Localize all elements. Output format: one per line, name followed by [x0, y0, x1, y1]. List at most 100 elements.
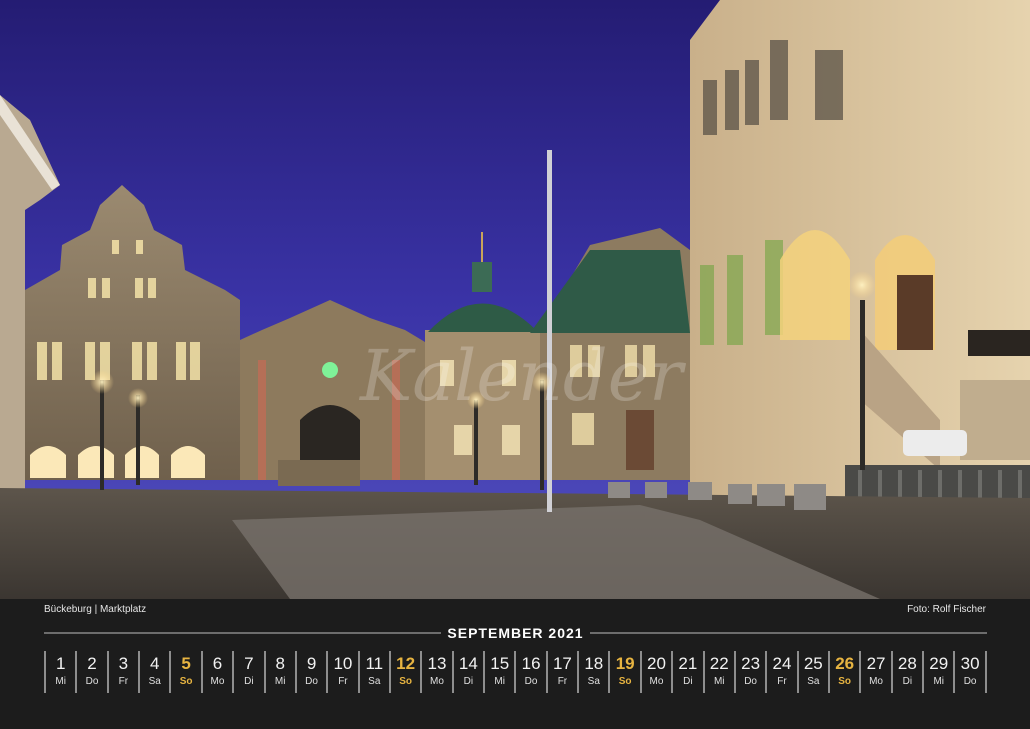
day-strip: 1 Mi 2 Do 3 Fr 4 Sa 5 So 6 Mo 7 Di 8 Mi 9 Do 10 Fr 11 Sa 12 So 1… [44, 651, 987, 695]
day-number: 2 [87, 654, 97, 673]
day-number: 17 [552, 654, 572, 673]
day-cell: 14 Di [451, 651, 483, 693]
day-cell: 30 Do [953, 651, 987, 693]
day-cell: 21 Di [671, 651, 702, 693]
weekday-label: Fr [557, 676, 568, 687]
day-number: 27 [866, 654, 886, 673]
weekday-label: Sa [587, 676, 600, 687]
weekday-label: Fr [118, 676, 129, 687]
month-title: SEPTEMBER 2021 [447, 625, 584, 641]
day-number: 18 [584, 654, 604, 673]
day-number: 25 [803, 654, 823, 673]
day-number: 13 [427, 654, 447, 673]
day-cell: 27 Mo [859, 651, 890, 693]
day-number: 3 [118, 654, 129, 673]
weekday-label: Mi [494, 676, 505, 687]
weekday-label: Di [463, 676, 474, 687]
month-rule-left [44, 632, 442, 634]
photo-credit: Foto: Rolf Fischer [907, 604, 986, 615]
day-cell: 16 Do [514, 651, 545, 693]
day-number: 15 [490, 654, 510, 673]
weekday-label: So [838, 676, 852, 687]
day-cell: 12 So [388, 651, 420, 693]
weekday-label: Di [902, 676, 913, 687]
day-cell: 13 Mo [420, 651, 451, 693]
weekday-label: Di [244, 676, 254, 687]
calendar-photo: Kalender [0, 0, 1030, 599]
day-cell: 2 Do [75, 651, 106, 693]
day-number: 21 [678, 654, 698, 673]
location-caption: Bückeburg | Marktplatz [44, 604, 147, 615]
weekday-label: Do [524, 676, 538, 687]
day-cell: 9 Do [294, 651, 326, 693]
day-number: 1 [55, 654, 66, 673]
day-cell: 25 Sa [796, 651, 828, 693]
day-number: 20 [647, 654, 666, 673]
weekday-label: Sa [148, 676, 161, 687]
weekday-label: Do [744, 676, 757, 687]
day-cell: 10 Fr [326, 651, 357, 693]
day-cell: 17 Fr [545, 651, 577, 693]
day-number: 22 [709, 654, 729, 673]
weekday-label: Sa [807, 676, 820, 687]
day-cell: 23 Do [733, 651, 765, 693]
weekday-label: Mi [55, 676, 66, 687]
weekday-label: Fr [338, 676, 348, 687]
day-number: 8 [275, 654, 285, 673]
day-number: 9 [306, 654, 317, 673]
month-rule-right [589, 632, 988, 634]
day-cell: 28 Di [890, 651, 922, 693]
marketplace-night-scene: Kalender [0, 0, 1030, 599]
weekday-label: So [179, 676, 193, 687]
weekday-label: Mo [869, 676, 883, 687]
day-cell: 20 Mo [639, 651, 671, 693]
day-cell: 19 So [608, 651, 639, 693]
weekday-label: Mo [649, 676, 664, 687]
calendar-footer: Bückeburg | Marktplatz Foto: Rolf Fische… [0, 599, 1030, 729]
day-number: 6 [212, 654, 223, 673]
day-cell: 6 Mo [200, 651, 232, 693]
weekday-label: So [618, 676, 632, 687]
weekday-label: Do [305, 676, 318, 687]
day-number: 4 [150, 654, 160, 673]
day-number: 14 [458, 654, 478, 673]
day-number: 30 [960, 654, 980, 673]
day-cell: 18 Sa [577, 651, 608, 693]
day-cell: 22 Mi [702, 651, 734, 693]
day-number: 7 [244, 654, 254, 673]
weekday-label: Sa [368, 676, 381, 687]
day-number: 10 [333, 654, 353, 673]
day-cell: 15 Mi [483, 651, 514, 693]
day-number: 24 [772, 654, 792, 673]
weekday-label: Do [85, 676, 99, 687]
day-cell: 24 Fr [765, 651, 796, 693]
day-number: 29 [929, 654, 949, 673]
weekday-label: Fr [777, 676, 787, 687]
day-cell: 1 Mi [44, 651, 75, 693]
flagpole [547, 150, 552, 512]
day-number: 5 [181, 654, 191, 673]
day-cell: 3 Fr [106, 651, 138, 693]
day-number: 12 [396, 654, 416, 673]
weekday-label: Mi [933, 676, 945, 687]
weekday-label: Di [683, 676, 693, 687]
weekday-label: Mi [274, 676, 286, 687]
day-cell: 26 So [827, 651, 859, 693]
watermark: Kalender [358, 335, 686, 417]
weekday-label: Mo [210, 676, 225, 687]
weekday-label: So [399, 676, 413, 687]
day-cell: 11 Sa [357, 651, 389, 693]
day-number: 11 [365, 654, 384, 673]
day-cell: 4 Sa [138, 651, 169, 693]
weekday-label: Do [963, 676, 977, 687]
day-cell: 7 Di [232, 651, 263, 693]
weekday-label: Mi [713, 676, 725, 687]
day-cell: 5 So [169, 651, 200, 693]
day-number: 23 [741, 654, 761, 673]
day-number: 16 [521, 654, 541, 673]
day-number: 19 [615, 654, 635, 673]
day-cell: 8 Mi [263, 651, 295, 693]
day-cell: 29 Mi [922, 651, 953, 693]
month-header: SEPTEMBER 2021 [44, 623, 988, 643]
day-number: 28 [897, 654, 917, 673]
